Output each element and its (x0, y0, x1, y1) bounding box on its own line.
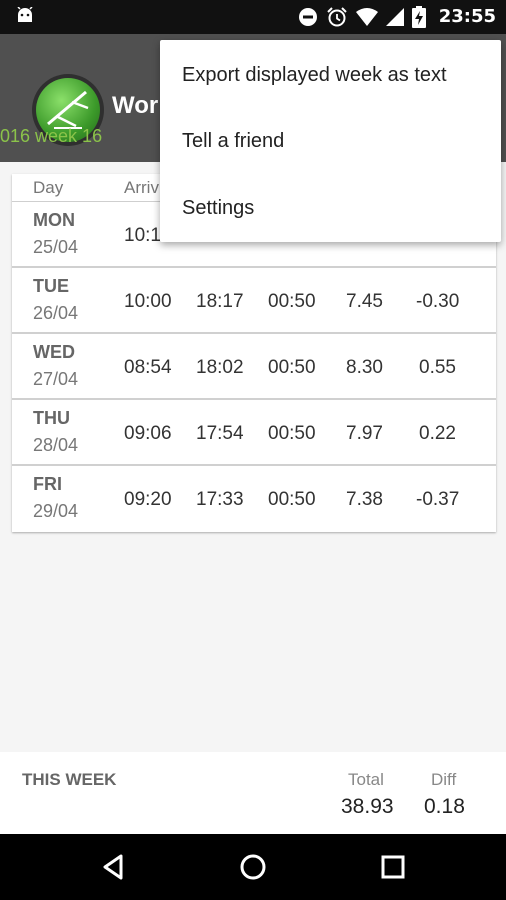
column-header-arrival: Arriv (124, 178, 159, 197)
day-name: WED (33, 342, 75, 362)
status-bar: 23:55 (0, 0, 506, 34)
battery-charging-icon (412, 6, 426, 28)
break-time: 00:50 (268, 291, 316, 312)
total-hours: 7.38 (346, 489, 383, 510)
departure-time: 17:33 (196, 489, 244, 510)
alarm-icon (327, 7, 347, 27)
total-hours: 7.45 (346, 291, 383, 312)
total-label: Total (348, 770, 384, 789)
departure-time: 17:54 (196, 423, 244, 444)
diff-hours: -0.37 (416, 489, 460, 510)
table-row[interactable]: WED 27/04 08:54 18:02 00:50 8.30 0.55 (12, 334, 496, 400)
back-icon[interactable] (96, 850, 130, 884)
status-clock: 23:55 (438, 6, 496, 27)
break-time: 00:50 (268, 489, 316, 510)
signal-icon (386, 8, 404, 26)
break-time: 00:50 (268, 357, 316, 378)
table-row[interactable]: TUE 26/04 10:00 18:17 00:50 7.45 -0.30 (12, 268, 496, 334)
wifi-icon (356, 8, 378, 26)
week-summary: THIS WEEK Total Diff 38.93 0.18 (0, 752, 506, 834)
this-week-label: THIS WEEK (22, 770, 117, 789)
table-row[interactable]: THU 28/04 09:06 17:54 00:50 7.97 0.22 (12, 400, 496, 466)
day-date: 25/04 (33, 237, 79, 257)
day-name: MON (33, 210, 75, 230)
break-time: 00:50 (268, 423, 316, 444)
departure-time: 18:02 (196, 357, 244, 378)
diff-hours: -0.30 (416, 291, 460, 312)
day-date: 26/04 (33, 303, 79, 323)
day-date: 29/04 (33, 501, 79, 521)
app-title: Wor (112, 92, 159, 119)
day-name: FRI (33, 474, 62, 494)
navigation-bar (0, 834, 506, 900)
do-not-disturb-icon (299, 8, 317, 26)
diff-label: Diff (431, 770, 457, 789)
departure-time: 18:17 (196, 291, 244, 312)
table-row[interactable]: FRI 29/04 09:20 17:33 00:50 7.38 -0.37 (12, 466, 496, 532)
arrival-time: 09:06 (124, 423, 172, 444)
android-icon (17, 7, 33, 22)
total-value: 38.93 (341, 795, 394, 818)
week-label: 016 week 16 (0, 126, 103, 146)
arrival-time: 10:00 (124, 291, 172, 312)
arrival-time: 09:20 (124, 489, 172, 510)
menu-item-export-week[interactable]: Export displayed week as text (160, 42, 501, 108)
menu-item-settings[interactable]: Settings (160, 175, 501, 241)
column-header-day: Day (33, 178, 64, 197)
day-date: 28/04 (33, 435, 79, 455)
arrival-time: 08:54 (124, 357, 172, 378)
total-hours: 7.97 (346, 423, 383, 444)
recents-icon[interactable] (376, 850, 410, 884)
day-name: TUE (33, 276, 69, 296)
diff-hours: 0.22 (419, 423, 456, 444)
diff-value: 0.18 (424, 795, 465, 818)
home-icon[interactable] (236, 850, 270, 884)
day-name: THU (33, 408, 70, 428)
arrival-time: 10:1 (124, 225, 161, 246)
overflow-menu: Export displayed week as text Tell a fri… (160, 40, 501, 242)
menu-item-tell-a-friend[interactable]: Tell a friend (160, 108, 501, 174)
diff-hours: 0.55 (419, 357, 456, 378)
total-hours: 8.30 (346, 357, 383, 378)
day-date: 27/04 (33, 369, 79, 389)
